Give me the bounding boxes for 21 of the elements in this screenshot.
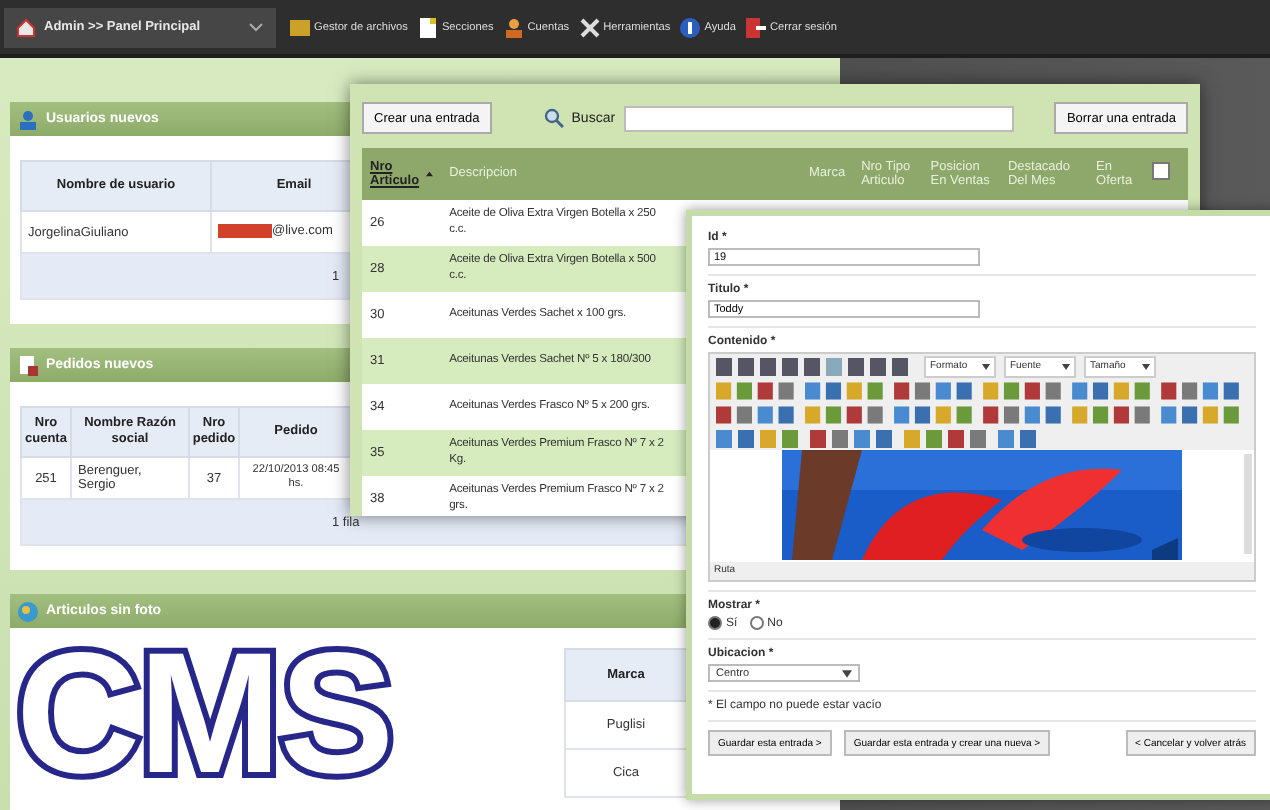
cms-title: CMS xyxy=(16,646,393,778)
tools-icon xyxy=(579,17,600,37)
document-icon xyxy=(18,355,38,375)
chevron-down-icon xyxy=(248,22,264,32)
sort-icon xyxy=(426,170,434,178)
search-field[interactable] xyxy=(623,105,1014,131)
select-all-checkbox[interactable] xyxy=(1152,162,1170,181)
redaction-mark xyxy=(218,224,272,239)
note-icon xyxy=(417,17,438,37)
help-icon xyxy=(680,17,701,37)
users-icon xyxy=(503,17,524,37)
exit-icon xyxy=(745,17,766,37)
caret-icon xyxy=(1062,363,1070,369)
caret-icon xyxy=(1142,363,1150,369)
search-icon xyxy=(543,108,564,128)
users-icon xyxy=(18,109,38,129)
home-icon xyxy=(16,17,36,37)
caret-icon xyxy=(842,669,852,677)
folder-icon xyxy=(290,17,310,37)
globe-icon xyxy=(18,601,38,621)
caret-icon xyxy=(982,363,990,369)
